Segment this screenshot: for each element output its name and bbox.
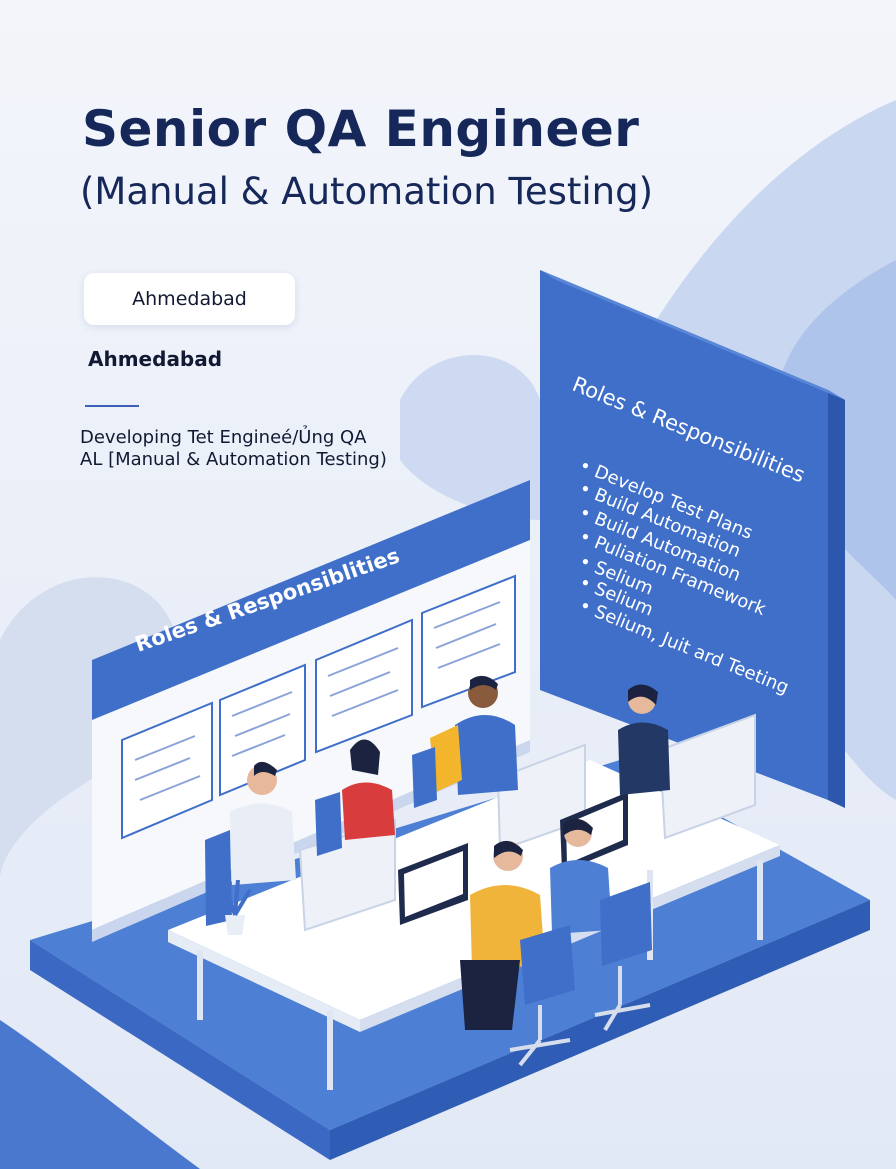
location-chip-label: Ahmedabad [132,288,247,310]
page-subtitle: (Manual & Automation Testing) [80,170,654,213]
page-title: Senior QA Engineer [82,100,640,158]
divider [85,405,139,407]
location-chip[interactable]: Ahmedabad [84,273,295,325]
location-label: Ahmedabad [88,347,223,371]
description-text: Developing Tet Engineé/Ủng QA AL [Manual… [80,427,387,470]
